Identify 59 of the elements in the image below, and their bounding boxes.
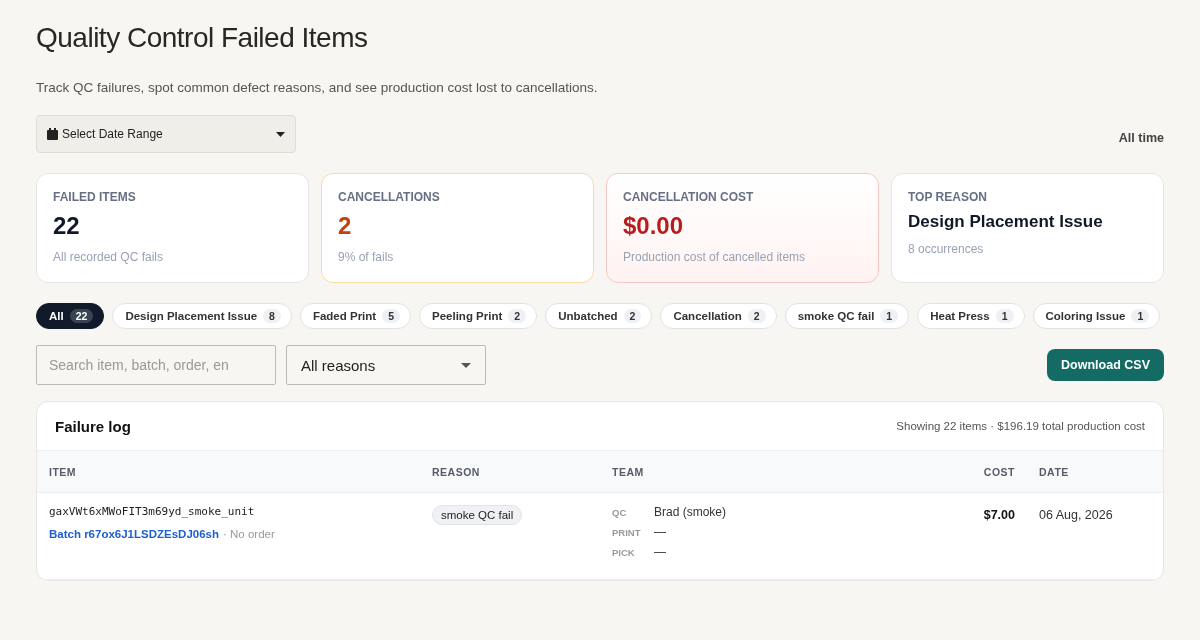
- item-id: gaxVWt6xMWoFIT3m69yd_smoke_unit: [49, 505, 256, 518]
- count-badge: 2: [747, 309, 766, 323]
- date-range-dropdown[interactable]: Select Date Range: [36, 115, 296, 153]
- column-header: ITEM: [49, 465, 78, 478]
- count-badge: 1: [995, 309, 1014, 323]
- stat-value: Design Placement Issue: [908, 212, 1104, 232]
- search-field[interactable]: Search item, batch, order, en: [36, 345, 276, 385]
- filter-chip[interactable]: Faded Print 5: [299, 303, 411, 329]
- team-role: QC: [612, 507, 628, 518]
- calendar-icon: [47, 128, 58, 140]
- reason-tag: smoke QC fail: [432, 505, 523, 525]
- stat-value: $0.00: [623, 212, 685, 240]
- cost-cell: $7.00: [983, 508, 1015, 522]
- team-member: —: [654, 525, 666, 539]
- stat-value: 2: [338, 212, 353, 240]
- team-member: Brad (smoke): [654, 505, 727, 519]
- panel-title: Failure log: [55, 417, 131, 435]
- page-subtitle: Track QC failures, spot common defect reasons, and see production cost lost to cancellations.: [36, 80, 599, 95]
- stat-value: 22: [53, 212, 81, 240]
- filter-chip[interactable]: Design Placement Issue 8: [112, 303, 292, 329]
- stat-label: CANCELLATIONS: [338, 190, 441, 204]
- column-header: DATE: [1039, 465, 1070, 478]
- page-title: Quality Control Failed Items: [36, 21, 369, 54]
- stat-label: CANCELLATION COST: [623, 190, 755, 204]
- order-note: · No order: [223, 528, 275, 540]
- count-badge: 22: [69, 309, 94, 323]
- count-badge: 5: [382, 309, 400, 323]
- caret-icon: [461, 362, 471, 368]
- count-badge: 2: [623, 309, 642, 323]
- period-label: All time: [1118, 131, 1164, 145]
- team-role: PRINT: [612, 527, 642, 538]
- stat-note: All recorded QC fails: [53, 250, 165, 264]
- reason-select[interactable]: All reasons: [286, 345, 486, 385]
- stat-note: 9% of fails: [338, 250, 395, 264]
- filter-chip[interactable]: All 22: [36, 303, 105, 329]
- team-member: —: [654, 545, 666, 559]
- log-summary: Showing 22 items · $196.19 total production cost: [896, 420, 1145, 432]
- stat-note: 8 occurrences: [908, 242, 985, 256]
- column-header: COST: [982, 465, 1016, 478]
- team-role: PICK: [612, 547, 636, 558]
- filter-chip[interactable]: Heat Press 1: [917, 303, 1025, 329]
- filter-chip[interactable]: smoke QC fail 1: [784, 303, 910, 329]
- caret-icon: [276, 131, 285, 137]
- filter-chip[interactable]: Coloring Issue 1: [1032, 303, 1161, 329]
- count-badge: 1: [1131, 309, 1150, 323]
- count-badge: 2: [508, 309, 527, 323]
- date-cell: 06 Aug, 2026: [1039, 508, 1113, 522]
- filter-chip[interactable]: Peeling Print 2: [419, 303, 538, 329]
- filter-chip[interactable]: Unbatched 2: [545, 303, 653, 329]
- stat-label: TOP REASON: [908, 190, 988, 204]
- column-header: REASON: [432, 465, 481, 478]
- stat-note: Production cost of cancelled items: [623, 250, 807, 264]
- column-header: TEAM: [612, 465, 645, 478]
- filter-chip[interactable]: Cancellation 2: [660, 303, 777, 329]
- batch-link[interactable]: Batch r67ox6J1LSDZEsDJ06sh: [49, 528, 220, 540]
- download-csv-button[interactable]: Download CSV: [1047, 349, 1164, 381]
- count-badge: 8: [263, 309, 281, 323]
- count-badge: 1: [880, 309, 899, 323]
- stat-label: FAILED ITEMS: [53, 190, 137, 204]
